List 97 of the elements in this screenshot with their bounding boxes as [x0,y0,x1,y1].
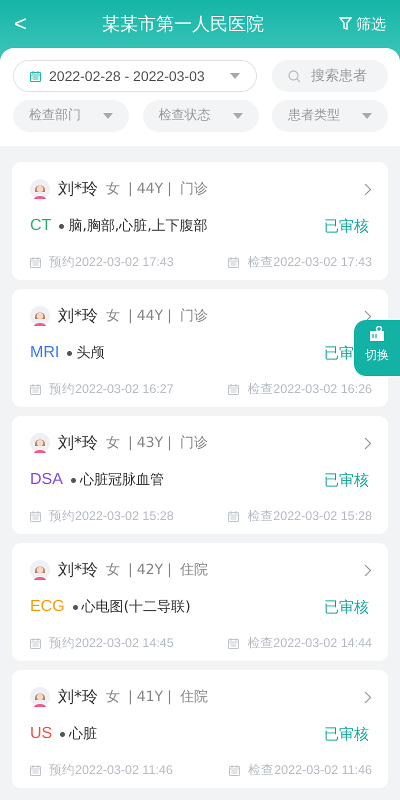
patient-name: 刘*玲 [58,305,98,327]
patient-name: 刘*玲 [58,559,98,581]
visit-type: 住院 [180,560,208,580]
patient-gender: 女 [106,306,120,326]
patient-gender: 女 [106,434,120,452]
separator: | [128,434,133,452]
exam-parts: 心脏 [69,724,98,744]
patient-age: 41Y [136,688,164,706]
calendar-icon [30,764,41,776]
calendar-icon [228,510,240,522]
avatar-icon [30,179,50,199]
exam-parts: 心脏冠脉血管 [80,470,164,490]
exam-time: 检查2022-03-02 16:26 [247,381,372,398]
visit-type: 门诊 [180,180,208,198]
exam-parts: 心电图(十二导联) [82,598,191,616]
exam-parts: 脑,胸部,心脏,上下腹部 [68,216,208,236]
date-range-text: 2022-02-28 - 2022-03-03 [49,66,206,86]
calendar-icon [30,256,41,268]
separator: | [167,434,172,452]
patient-age: 44Y [136,180,164,198]
separator: | [167,560,172,580]
search-icon [288,70,301,82]
avatar-icon [30,560,50,580]
switch-icon [369,326,385,342]
appointment-time: 预约2022-03-02 16:27 [49,381,174,398]
separator: | [167,688,172,706]
patient-gender: 女 [106,688,120,706]
calendar-icon [30,70,41,82]
appointment-time: 预约2022-03-02 15:28 [49,508,174,525]
review-status: 已审核 [324,598,369,616]
separator: | [167,306,172,326]
date-range-picker[interactable]: 2022-02-28 - 2022-03-03 [13,60,257,92]
patient-name: 刘*玲 [58,432,98,454]
calendar-icon [229,764,240,776]
exam-parts: 头颅 [76,344,104,362]
separator: | [128,306,133,326]
record-card[interactable]: 刘*玲 女 | 44Y | 门诊 CT 脑,胸部,心脏,上下腹部 已审核 预约2022-03-02 17:43 检查2022-03-02 17:43 [12,162,388,280]
modality-label: US [30,724,52,744]
filter-icon [338,17,352,31]
bullet-dot [60,732,66,736]
bullet-dot [70,478,76,482]
patient-age: 43Y [136,434,164,452]
patient-gender: 女 [106,560,120,580]
dropdown-caret-icon [103,113,113,119]
chevron-right-icon [364,310,372,322]
calendar-icon [30,510,41,522]
patient-gender: 女 [106,180,120,198]
chevron-right-icon [364,436,372,450]
separator: | [128,688,133,706]
separator: | [128,560,133,580]
exam-time: 检查2022-03-02 11:46 [248,762,372,779]
calendar-icon [30,384,41,395]
review-status: 已审核 [324,217,369,235]
appointment-time: 预约2022-03-02 14:45 [49,635,174,652]
dropdown-caret-icon [232,113,242,119]
dropdown-caret-icon [362,113,372,119]
calendar-icon [228,638,240,649]
separator: | [167,180,172,198]
chevron-right-icon [364,182,372,196]
review-status: 已审核 [324,471,369,489]
record-card[interactable]: 刘*玲 女 | 43Y | 门诊 DSA 心脏冠脉血管 已审核 预约2022-03-02 15:28 检查2022-03-02 15:28 [12,416,388,534]
visit-type: 门诊 [180,306,208,326]
visit-type: 门诊 [180,434,208,452]
appointment-time: 预约2022-03-02 11:46 [49,762,173,779]
patient-name: 刘*玲 [58,178,98,200]
bullet-dot [59,224,64,228]
exam-time: 检查2022-03-02 15:28 [247,508,372,525]
chevron-right-icon [364,564,372,576]
chevron-right-icon [364,690,372,704]
dropdown-caret-icon [230,73,240,79]
avatar-icon [30,687,50,707]
page-title: 某某市第一人民医院 [102,12,264,36]
separator: | [128,180,133,198]
patient-age: 42Y [136,560,164,580]
visit-type: 住院 [180,688,208,706]
review-status: 已审 [324,344,354,362]
calendar-icon [228,384,240,395]
record-card[interactable]: 刘*玲 女 | 42Y | 住院 ECG 心电图(十二导联) 已审核 预约2022-03-02 14:45 检查2022-03-02 14:44 [12,543,388,661]
bullet-dot [67,350,72,356]
search-field[interactable]: 搜索患者 [272,60,388,92]
patient-age: 44Y [136,306,164,326]
exam-time: 检查2022-03-02 17:43 [247,254,372,271]
avatar-icon [30,433,50,453]
calendar-icon [30,638,41,649]
review-status: 已审核 [324,725,369,743]
patient-name: 刘*玲 [58,686,98,708]
bullet-dot [72,604,78,610]
exam-time: 检查2022-03-02 14:44 [247,635,372,652]
record-card[interactable]: 刘*玲 女 | 41Y | 住院 US 心脏 已审核 预约2022-03-02 11:46 检查2022-03-02 11:46 [12,670,388,788]
calendar-icon [228,256,240,268]
search-input[interactable]: 搜索患者 [309,64,381,88]
modality-label: MRI [30,343,60,363]
modality-label: ECG [30,597,65,617]
modality-label: DSA [30,470,63,490]
modality-label: CT [30,216,52,236]
appointment-time: 预约2022-03-02 17:43 [49,254,174,271]
avatar-icon [30,306,50,326]
